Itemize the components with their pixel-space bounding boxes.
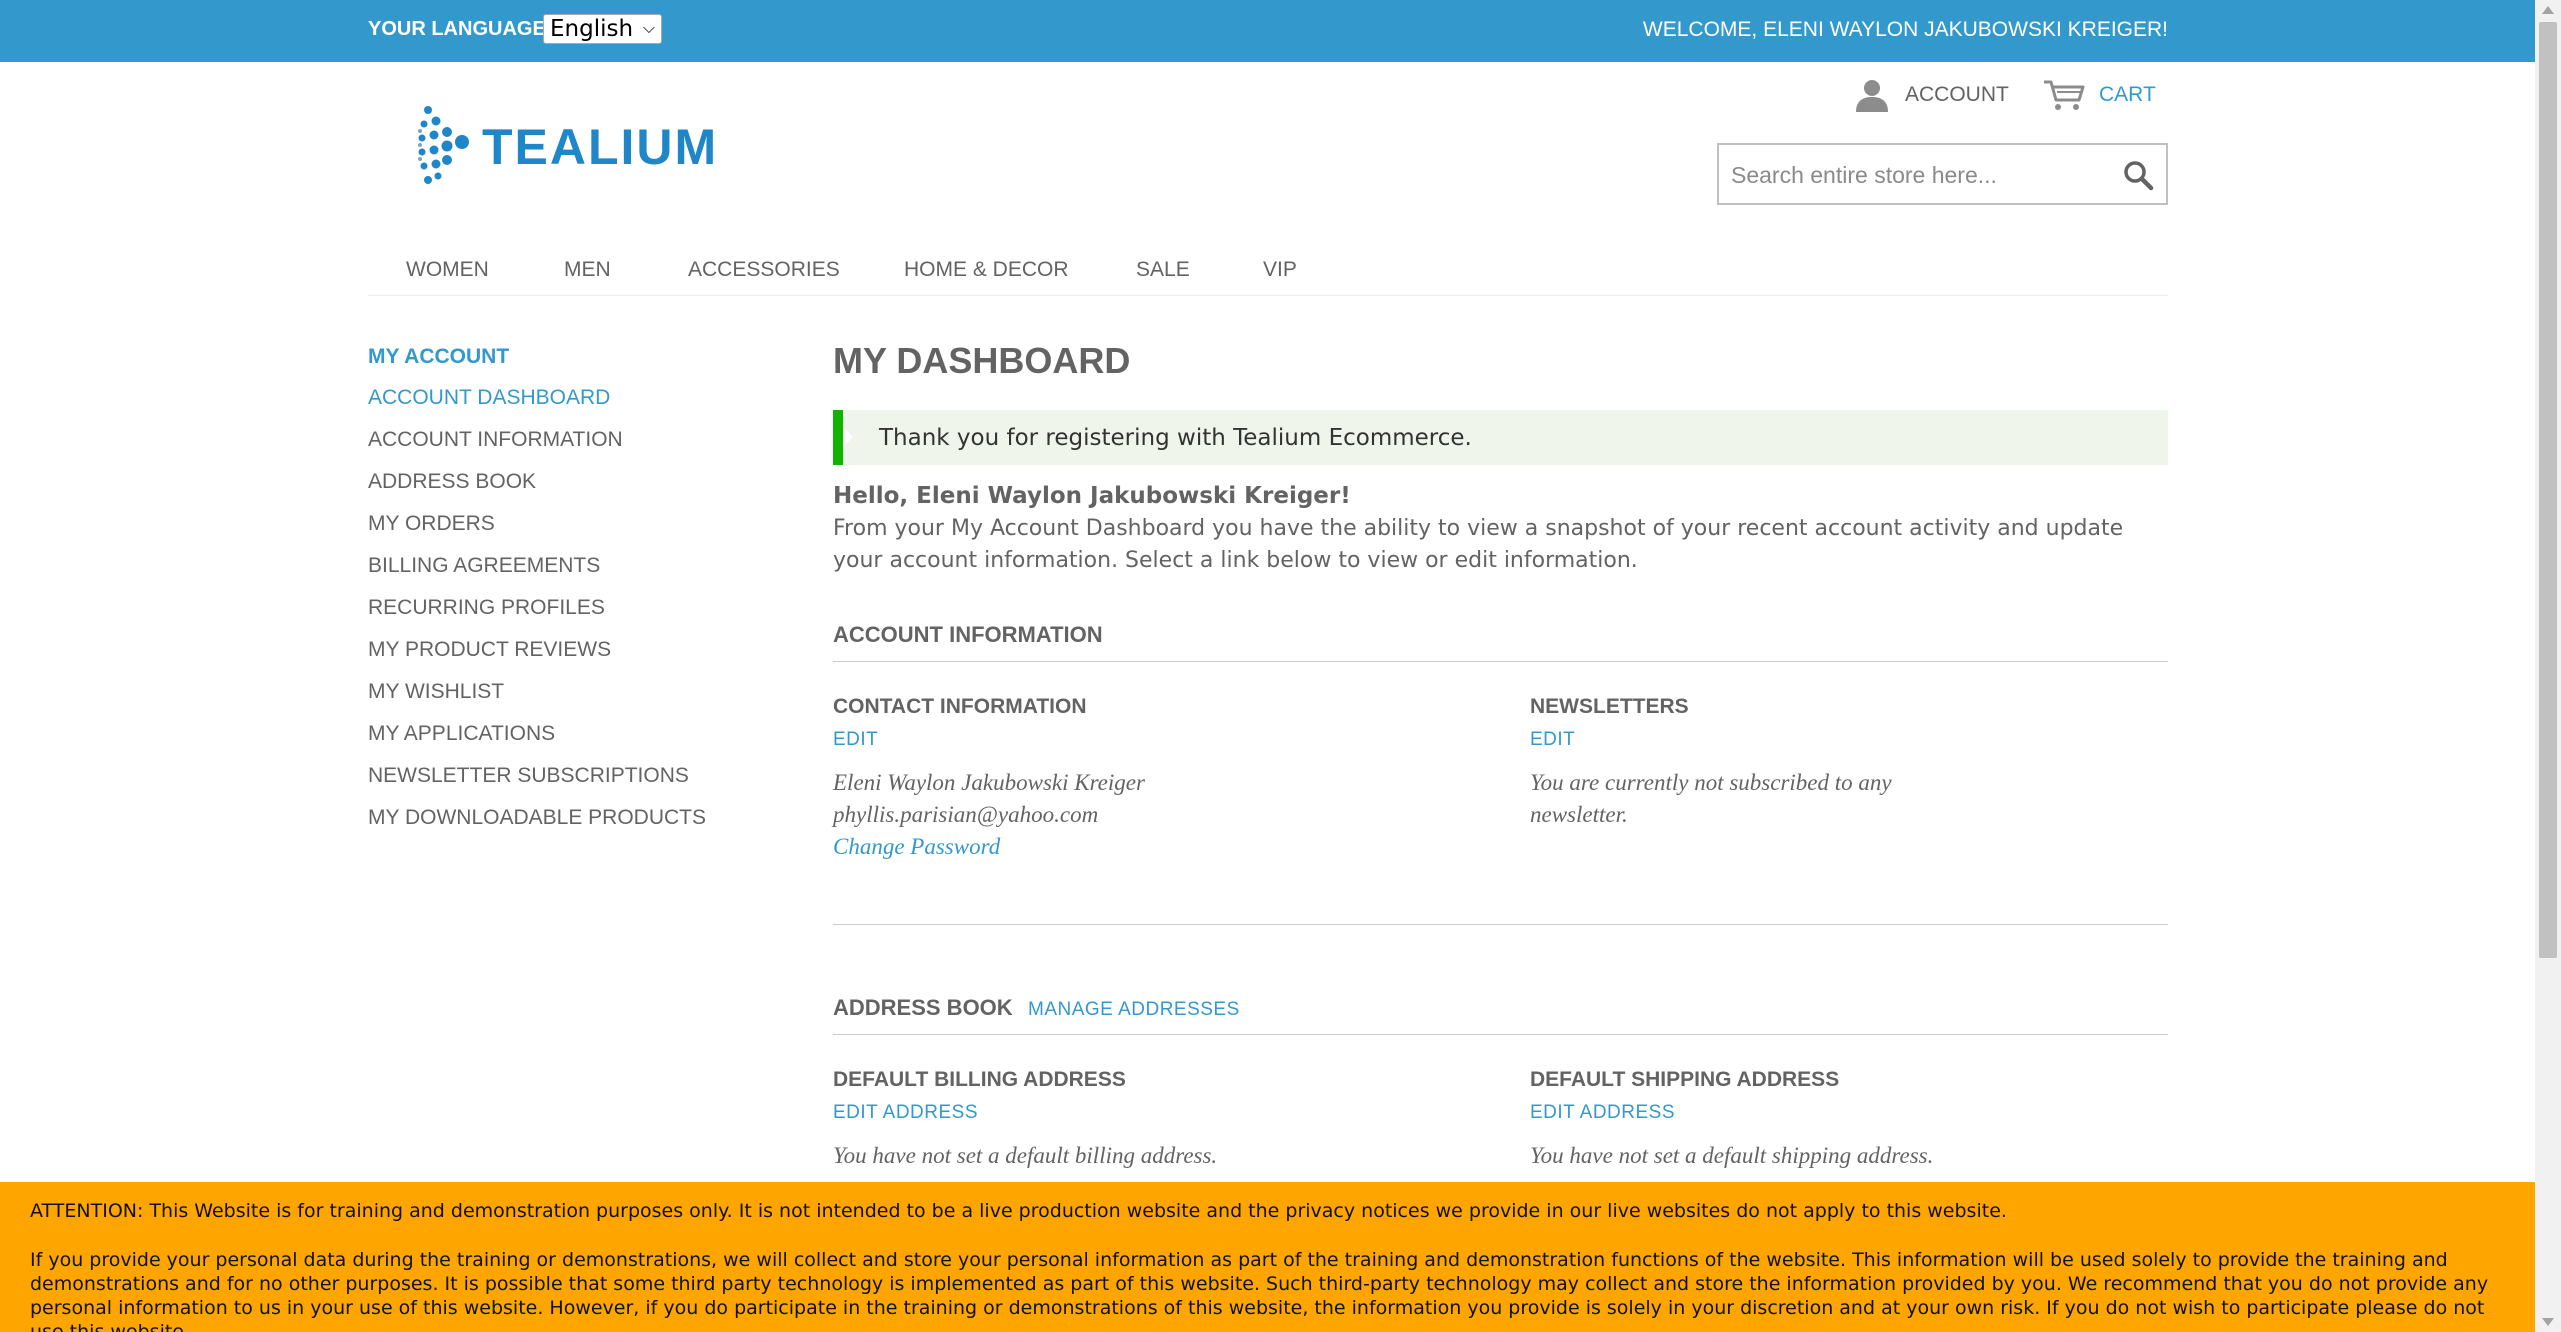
scrollbar-thumb[interactable] (2539, 22, 2557, 958)
site-logo[interactable]: TEALIUM (418, 104, 758, 186)
success-marker-icon (843, 427, 853, 447)
account-link[interactable]: ACCOUNT (1853, 78, 2009, 112)
account-label: ACCOUNT (1905, 83, 2009, 106)
sidebar-item-my-orders[interactable]: MY ORDERS (368, 512, 495, 536)
logo-icon (418, 106, 469, 184)
shipping-address-status: You have not set a default shipping addr… (1530, 1143, 1934, 1168)
nav-item-men[interactable]: MEN (564, 258, 611, 282)
scroll-down-icon[interactable] (2542, 1318, 2554, 1326)
scroll-up-icon[interactable] (2542, 6, 2554, 14)
search-input[interactable] (1731, 159, 2111, 191)
search-box (1717, 143, 2168, 205)
dashboard-intro: From your My Account Dashboard you have … (833, 516, 2124, 573)
edit-shipping-address-link[interactable]: EDIT ADDRESS (1530, 1102, 1675, 1124)
edit-contact-link[interactable]: EDIT (833, 729, 878, 751)
billing-address-status: You have not set a default billing addre… (833, 1143, 1218, 1168)
contact-email: phyllis.parisian@yahoo.com (833, 802, 1099, 827)
newsletters-status: You are currently not subscribed to any … (1530, 770, 1892, 827)
welcome-message: WELCOME, ELENI WAYLON JAKUBOWSKI KREIGER… (1642, 18, 2168, 41)
page-title: MY DASHBOARD (833, 340, 1131, 381)
page-scrollbar[interactable] (2535, 0, 2561, 1332)
cart-icon (2044, 80, 2085, 110)
demo-notice-banner: ATTENTION: This Website is for training … (0, 1182, 2535, 1332)
page: YOUR LANGUAGE: English ⌵ WELCOME, ELENI … (0, 0, 2535, 1332)
user-icon (1856, 80, 1888, 112)
nav-item-women[interactable]: WOMEN (406, 258, 489, 282)
success-message-text: Thank you for registering with Tealium E… (879, 425, 1472, 451)
newsletters-title: NEWSLETTERS (1530, 695, 1689, 718)
sidebar-item-billing-agreements[interactable]: BILLING AGREEMENTS (368, 554, 600, 578)
sidebar-item-my-applications[interactable]: MY APPLICATIONS (368, 722, 555, 746)
logo-text: TEALIUM (482, 119, 719, 175)
cart-label: CART (2099, 83, 2156, 106)
manage-addresses-link[interactable]: MANAGE ADDRESSES (1028, 999, 1240, 1021)
edit-newsletters-link[interactable]: EDIT (1530, 729, 1575, 751)
main-nav: WOMEN MEN ACCESSORIES HOME & DECOR SALE … (368, 254, 2168, 296)
sidebar-item-account-dashboard[interactable]: ACCOUNT DASHBOARD (368, 386, 610, 410)
contact-name: Eleni Waylon Jakubowski Kreiger (833, 770, 1145, 795)
sidebar-item-my-product-reviews[interactable]: MY PRODUCT REVIEWS (368, 638, 611, 662)
section-divider (833, 661, 2168, 662)
sidebar-title: MY ACCOUNT (368, 345, 510, 368)
default-shipping-title: DEFAULT SHIPPING ADDRESS (1530, 1068, 1840, 1091)
search-icon[interactable] (2122, 159, 2154, 191)
language-select[interactable]: English ⌵ (543, 14, 662, 44)
sidebar-item-my-wishlist[interactable]: MY WISHLIST (368, 680, 504, 704)
chevron-down-icon: ⌵ (642, 18, 655, 37)
sidebar-item-my-downloadable-products[interactable]: MY DOWNLOADABLE PRODUCTS (368, 806, 706, 830)
top-bar: YOUR LANGUAGE: English ⌵ WELCOME, ELENI … (0, 0, 2535, 62)
hello-greeting: Hello, Eleni Waylon Jakubowski Kreiger! (833, 483, 1351, 509)
nav-item-home-decor[interactable]: HOME & DECOR (904, 258, 1069, 282)
nav-item-vip[interactable]: VIP (1263, 258, 1297, 282)
edit-billing-address-link[interactable]: EDIT ADDRESS (833, 1102, 978, 1124)
address-book-title: ADDRESS BOOK (833, 995, 1013, 1020)
language-select-value: English (550, 16, 634, 42)
sidebar-item-address-book[interactable]: ADDRESS BOOK (368, 470, 536, 494)
account-information-title: ACCOUNT INFORMATION (833, 622, 1103, 647)
section-divider (833, 1034, 2168, 1035)
change-password-link[interactable]: Change Password (833, 834, 1000, 860)
default-billing-title: DEFAULT BILLING ADDRESS (833, 1068, 1126, 1091)
notice-privacy-text: If you provide your personal data during… (30, 1249, 2489, 1332)
sidebar-item-newsletter-subscriptions[interactable]: NEWSLETTER SUBSCRIPTIONS (368, 764, 689, 788)
nav-item-sale[interactable]: SALE (1136, 258, 1190, 282)
sidebar-item-recurring-profiles[interactable]: RECURRING PROFILES (368, 596, 605, 620)
success-message: Thank you for registering with Tealium E… (833, 410, 2168, 465)
notice-attention-text: ATTENTION: This Website is for training … (30, 1200, 2007, 1222)
cart-link[interactable]: CART (2043, 78, 2156, 112)
section-divider (833, 924, 2168, 925)
contact-information-title: CONTACT INFORMATION (833, 695, 1087, 718)
sidebar-item-account-information[interactable]: ACCOUNT INFORMATION (368, 428, 623, 452)
language-label: YOUR LANGUAGE: (368, 18, 553, 40)
nav-item-accessories[interactable]: ACCESSORIES (688, 258, 840, 282)
